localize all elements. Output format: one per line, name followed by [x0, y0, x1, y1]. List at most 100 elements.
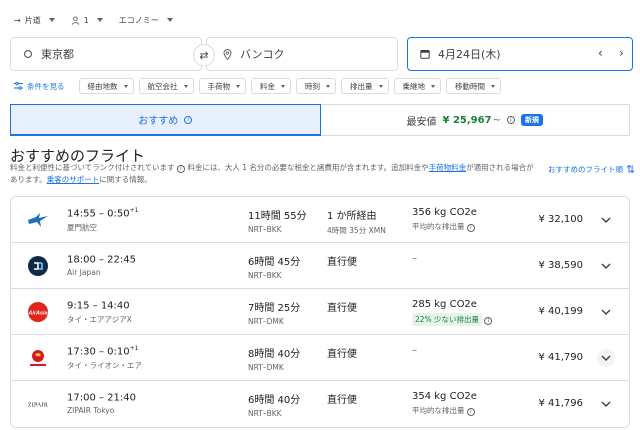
chevron-down-icon: [48, 18, 55, 22]
sort-icon: ⇅: [626, 163, 636, 176]
flight-price: ¥ 38,590: [538, 260, 583, 271]
person-icon: [71, 15, 80, 25]
chevron-down-icon: [601, 309, 611, 315]
flight-duration: 11時間 55分: [248, 211, 307, 222]
flight-price: ¥ 32,100: [538, 214, 583, 225]
expand-button[interactable]: [597, 395, 615, 413]
zipair-logo: ZIPAIR: [27, 393, 49, 415]
flight-row[interactable]: 17:30 – 0:10+1 タイ・ライオン・エア 8時間 40分 NRT–DM…: [11, 335, 629, 381]
ranking-disclaimer: 料金と利便性に基づいてランク付けされています i 料金には、大人 1 名分の必要…: [10, 163, 534, 184]
flight-emissions: –: [412, 345, 417, 356]
flight-times: 9:15 – 14:40: [67, 300, 130, 312]
filter-duration[interactable]: 移動時間: [446, 78, 501, 94]
info-icon[interactable]: i: [184, 115, 193, 124]
filter-times[interactable]: 時刻: [296, 78, 336, 94]
flight-row[interactable]: ZIPAIR 17:00 – 21:40 ZIPAIR Tokyo 6時間 40…: [11, 381, 629, 427]
airline-name: Air Japan: [67, 268, 101, 278]
airasia-logo: AirAsia: [27, 301, 49, 323]
tab-cheapest[interactable]: 最安値 ¥ 25,967 ~ i 新規: [321, 105, 630, 135]
chevron-down-icon: [601, 401, 611, 407]
expand-button[interactable]: [597, 303, 615, 321]
filter-connecting-airports[interactable]: 乗継地: [393, 78, 441, 94]
flight-row[interactable]: 18:00 – 22:45 Air Japan 6時間 45分 NRT–BKK …: [11, 243, 629, 289]
destination-input[interactable]: バンコク: [206, 37, 398, 71]
flight-emissions: 354 kg CO2e: [412, 391, 477, 402]
flight-emissions: 356 kg CO2e: [412, 207, 477, 218]
origin-input[interactable]: 東京都: [10, 37, 202, 71]
flight-price: ¥ 40,199: [538, 306, 583, 317]
filter-airlines[interactable]: 航空会社: [138, 78, 194, 94]
previous-date-button[interactable]: ‹: [598, 46, 603, 60]
chevron-down-icon: [601, 355, 611, 361]
chevron-down-icon: [326, 84, 330, 88]
xiamen-airlines-logo: [27, 209, 49, 231]
baggage-fees-link[interactable]: 手荷物料金: [429, 163, 467, 172]
filter-stops[interactable]: 経由地数: [78, 78, 134, 94]
all-filters-button[interactable]: 条件を見る: [14, 81, 65, 92]
departure-date-input[interactable]: 4月24日(木) ‹ ›: [407, 37, 633, 71]
swap-arrows-icon: ⇄: [199, 48, 209, 62]
thai-lion-air-logo: [27, 347, 49, 369]
flight-emissions: –: [412, 253, 417, 264]
cabin-class-select[interactable]: エコノミー: [119, 15, 173, 26]
airline-name: 厦門航空: [67, 223, 97, 233]
cheapest-price: ¥ 25,967: [442, 114, 492, 126]
next-date-button[interactable]: ›: [619, 46, 624, 60]
sort-tabs: おすすめ i 最安値 ¥ 25,967 ~ i 新規: [10, 104, 630, 136]
chevron-down-icon: [431, 84, 435, 88]
info-icon[interactable]: i: [466, 407, 475, 416]
flight-route: NRT–DMK: [248, 317, 284, 326]
emissions-badge: 22% 少ない排出量: [412, 313, 483, 326]
filter-price[interactable]: 料金: [251, 78, 291, 94]
sort-button[interactable]: おすすめのフライト順 ⇅: [548, 163, 635, 176]
flight-stops: 直行便: [327, 349, 357, 360]
flight-route: NRT–DMK: [248, 363, 284, 372]
expand-button[interactable]: [597, 349, 615, 367]
info-icon[interactable]: i: [484, 316, 493, 325]
calendar-icon: [420, 50, 430, 59]
flight-duration: 7時間 25分: [248, 303, 301, 314]
expand-button[interactable]: [597, 257, 615, 275]
passenger-select[interactable]: 1: [71, 16, 103, 25]
flight-duration: 6時間 40分: [248, 395, 301, 406]
circle-origin-icon: [23, 49, 33, 59]
airline-name: タイ・ライオン・エア: [67, 361, 142, 371]
swap-button[interactable]: ⇄: [193, 44, 215, 66]
passenger-assistance-link[interactable]: 乗客のサポート: [47, 175, 100, 184]
flight-stops: 直行便: [327, 395, 357, 406]
flight-stops: 1 か所経由: [327, 211, 377, 222]
flight-stops: 直行便: [327, 257, 357, 268]
flight-emissions: 285 kg CO2e: [412, 299, 477, 310]
info-icon[interactable]: i: [506, 116, 515, 124]
flight-duration: 8時間 40分: [248, 349, 301, 360]
chevron-down-icon: [166, 18, 173, 22]
flight-row[interactable]: AirAsia 9:15 – 14:40 タイ・エアアジアX 7時間 25分 N…: [11, 289, 629, 335]
chevron-down-icon: [491, 84, 495, 88]
flight-times: 14:55 – 0:50: [67, 208, 130, 220]
emissions-note: 平均的な排出量: [412, 222, 465, 231]
info-icon[interactable]: i: [466, 223, 475, 232]
emissions-note: 平均的な排出量: [412, 406, 465, 415]
filter-bags[interactable]: 手荷物: [198, 78, 246, 94]
flight-row[interactable]: 14:55 – 0:50+1 厦門航空 11時間 55分 NRT–BKK 1 か…: [11, 197, 629, 243]
expand-button[interactable]: [597, 211, 615, 229]
air-japan-logo: [27, 255, 49, 277]
flight-times: 17:00 – 21:40: [67, 392, 136, 404]
flight-price: ¥ 41,790: [538, 352, 583, 363]
filter-emissions[interactable]: 排出量: [341, 78, 389, 94]
flight-stops: 直行便: [327, 303, 357, 314]
flight-list: 14:55 – 0:50+1 厦門航空 11時間 55分 NRT–BKK 1 か…: [10, 196, 630, 428]
chevron-down-icon: [123, 84, 128, 88]
filter-sliders-icon: [14, 82, 23, 90]
filter-bar: 条件を見る 経由地数 航空会社 手荷物 料金 時刻 排出量 乗継地 移動時間: [14, 77, 506, 95]
info-icon[interactable]: i: [176, 165, 185, 173]
flight-route: NRT–BKK: [248, 225, 282, 234]
location-pin-icon: [223, 48, 232, 60]
airline-name: ZIPAIR Tokyo: [67, 406, 115, 416]
trip-type-select[interactable]: → 片道: [14, 15, 55, 26]
chevron-down-icon: [601, 263, 611, 269]
chevron-down-icon: [281, 84, 285, 88]
airline-name: タイ・エアアジアX: [67, 315, 132, 325]
tab-recommended[interactable]: おすすめ i: [10, 104, 321, 136]
chevron-down-icon: [96, 18, 103, 22]
